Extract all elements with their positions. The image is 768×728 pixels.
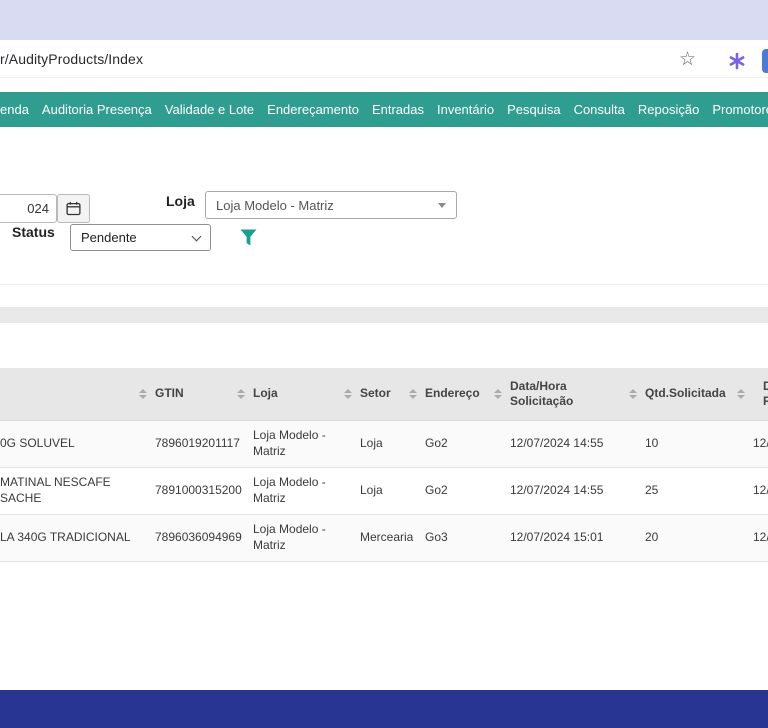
cell-data-solicitacao: 12/07/2024 14:55 [510, 467, 645, 515]
nav-item-reposicao[interactable]: Reposição [638, 102, 699, 117]
date-input[interactable] [0, 194, 57, 223]
browser-tabstrip [0, 0, 768, 40]
cell-data-solicitacao: 12/07/2024 14:55 [510, 420, 645, 468]
calendar-button[interactable] [57, 194, 90, 223]
cell-setor: Loja [360, 467, 425, 515]
cell-gtin: 7896036094969 [155, 514, 253, 562]
profile-avatar[interactable] [762, 49, 768, 73]
cell-gtin: 7896019201117 [155, 420, 253, 468]
cell-endereco: Go3 [425, 514, 510, 562]
col-label-qtd-solicitada: Qtd.Solicitada [645, 386, 726, 401]
filter-funnel-icon [240, 229, 256, 246]
sort-icon [629, 388, 637, 399]
sort-icon [344, 388, 352, 399]
nav-item-consulta[interactable]: Consulta [574, 102, 625, 117]
nav-item-promotores[interactable]: Promotores [712, 102, 768, 117]
status-label: Status [12, 224, 55, 240]
col-header-gtin[interactable]: GTIN [155, 368, 253, 421]
cell-setor: Loja [360, 420, 425, 468]
nav-item-auditoria-presenca[interactable]: Auditoria Presença [42, 102, 152, 117]
col-label-setor: Setor [360, 386, 391, 401]
status-select[interactable]: Pendente [70, 224, 211, 251]
col-label-rep-line2: Rep [763, 393, 768, 408]
nav-item-pesquisa[interactable]: Pesquisa [507, 102, 560, 117]
cell-loja: Loja Modelo - Matriz [253, 514, 360, 562]
sort-icon [237, 388, 245, 399]
col-label-endereco: Endereço [425, 386, 480, 401]
table-row[interactable]: MATINAL NESCAFE SACHE 7891000315200 Loja… [0, 467, 768, 515]
loja-select-value: Loja Modelo - Matriz [216, 197, 334, 213]
col-header-qtd-solicitada[interactable]: Qtd.Solicitada [645, 368, 753, 421]
nav-item-inventario[interactable]: Inventário [437, 102, 494, 117]
sort-icon [737, 388, 745, 399]
app-navbar: enda Auditoria Presença Validade e Lote … [0, 92, 768, 127]
cell-produto: 0G SOLUVEL [0, 420, 155, 468]
extension-icon[interactable] [728, 52, 746, 75]
table-header-row: GTIN Loja Setor Endereço Data/Hora Solic… [0, 368, 768, 421]
cell-gtin: 7891000315200 [155, 467, 253, 515]
loja-label: Loja [166, 193, 195, 209]
footer-bar [0, 690, 768, 728]
screen: r/AudityProducts/Index ☆ enda Auditoria … [0, 0, 768, 728]
cell-endereco: Go2 [425, 420, 510, 468]
nav-item-venda[interactable]: enda [0, 102, 29, 117]
cell-loja: Loja Modelo - Matriz [253, 420, 360, 468]
bookmark-star-icon[interactable]: ☆ [679, 50, 696, 69]
cell-loja: Loja Modelo - Matriz [253, 467, 360, 515]
col-header-endereco[interactable]: Endereço [425, 368, 510, 421]
cell-qtd: 20 [645, 514, 753, 562]
col-header-loja[interactable]: Loja [253, 368, 360, 421]
sort-icon [139, 388, 147, 399]
cell-qtd: 25 [645, 467, 753, 515]
calendar-icon [66, 201, 81, 216]
col-label-loja: Loja [253, 386, 278, 401]
col-header-data-reposicao[interactable]: Dat Rep [753, 368, 768, 421]
cell-data-reposicao: 12/0 [753, 420, 768, 468]
section-divider-bar [0, 307, 768, 323]
chevron-down-icon [438, 202, 446, 208]
col-header-setor[interactable]: Setor [360, 368, 425, 421]
cell-data-reposicao: 12/0 [753, 514, 768, 562]
cell-qtd: 10 [645, 420, 753, 468]
url-bar[interactable]: r/AudityProducts/Index [0, 51, 143, 67]
col-header-produto[interactable] [0, 368, 155, 421]
filter-button[interactable] [236, 226, 260, 250]
audit-products-table: GTIN Loja Setor Endereço Data/Hora Solic… [0, 368, 768, 562]
col-header-data-solicitacao[interactable]: Data/Hora Solicitação [510, 368, 645, 421]
cell-setor: Mercearia [360, 514, 425, 562]
sort-icon [409, 388, 417, 399]
nav-item-enderecamento[interactable]: Endereçamento [267, 102, 359, 117]
cell-data-reposicao: 12/0 [753, 467, 768, 515]
table-row[interactable]: 0G SOLUVEL 7896019201117 Loja Modelo - M… [0, 420, 768, 468]
sort-icon [494, 388, 502, 399]
col-label-rep-line1: Dat [763, 378, 768, 393]
loja-select[interactable]: Loja Modelo - Matriz [205, 191, 457, 219]
table-row[interactable]: LA 340G TRADICIONAL 7896036094969 Loja M… [0, 514, 768, 562]
cell-endereco: Go2 [425, 467, 510, 515]
status-select-value: Pendente [81, 230, 137, 245]
section-divider [0, 284, 768, 285]
cell-data-solicitacao: 12/07/2024 15:01 [510, 514, 645, 562]
chevron-down-icon [191, 231, 202, 241]
nav-item-entradas[interactable]: Entradas [372, 102, 424, 117]
nav-item-validade-e-lote[interactable]: Validade e Lote [165, 102, 254, 117]
col-label-data-solicitacao: Data/Hora Solicitação [510, 378, 574, 408]
cell-produto: MATINAL NESCAFE SACHE [0, 467, 155, 515]
cell-produto: LA 340G TRADICIONAL [0, 514, 155, 562]
col-label-gtin: GTIN [155, 386, 184, 401]
